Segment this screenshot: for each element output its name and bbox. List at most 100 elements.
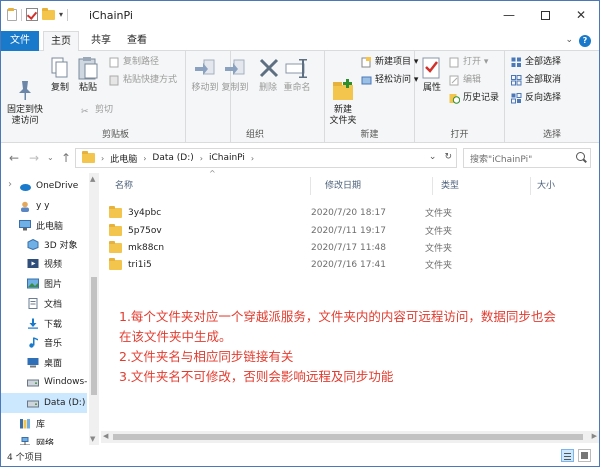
table-row[interactable]: tri1i5 2020/7/16 17:41 文件夹 <box>109 256 509 273</box>
table-row[interactable]: 5p75ov 2020/7/11 19:17 文件夹 <box>109 222 509 239</box>
scroll-right-icon[interactable]: ▶ <box>592 432 597 440</box>
delete-button[interactable]: 删除 <box>256 55 280 94</box>
scroll-up-icon[interactable]: ▲ <box>90 175 95 183</box>
tab-share[interactable]: 共享 <box>87 31 115 51</box>
tab-home[interactable]: 主页 <box>43 31 79 52</box>
copy-to-icon <box>222 55 248 81</box>
nav-item-label: OneDrive <box>36 181 79 191</box>
move-to-button[interactable]: 移动到 <box>190 55 220 94</box>
file-name-cell: mk88cn <box>109 240 311 253</box>
ribbon-tabs: 文件 主页 共享 查看 ⌄ ? <box>1 31 599 52</box>
new-folder-button[interactable]: 新建 文件夹 <box>327 55 359 127</box>
recent-locations-icon[interactable]: ⌄ <box>47 153 54 162</box>
horizontal-scroll-thumb[interactable] <box>113 434 583 440</box>
nav-item[interactable]: 桌面 <box>1 352 87 372</box>
column-header-size[interactable]: 大小 <box>531 177 591 195</box>
nav-scroll-thumb[interactable] <box>91 277 97 395</box>
nav-item-label: 音乐 <box>44 338 63 349</box>
nav-item[interactable]: 视频 <box>1 253 87 273</box>
nav-item[interactable]: 下载 <box>1 313 87 333</box>
select-all-button[interactable]: 全部选择 <box>511 55 561 69</box>
cut-button[interactable]: ✂ 剪切 <box>81 103 113 117</box>
rename-button[interactable]: 重命名 <box>282 55 312 94</box>
table-row[interactable]: 3y4pbc 2020/7/20 18:17 文件夹 <box>109 204 509 221</box>
select-none-icon <box>511 74 522 86</box>
properties-button[interactable]: 属性 <box>419 55 445 94</box>
expand-chevron-icon[interactable]: › <box>8 179 12 190</box>
nav-item[interactable]: › OneDrive <box>1 176 87 196</box>
edit-button[interactable]: 编辑 <box>449 73 481 87</box>
help-icon[interactable]: ? <box>579 35 591 47</box>
collapse-ribbon-icon[interactable]: ⌄ <box>565 35 573 47</box>
music-icon <box>27 337 39 348</box>
easy-access-button[interactable]: 轻松访问 ▾ <box>361 73 418 87</box>
minimize-icon[interactable]: — <box>491 1 527 29</box>
copy-path-button[interactable]: 复制路径 <box>109 55 159 69</box>
annotation-note-line: 1.每个文件夹对应一个穿越派服务，文件夹内的内容可远程访问，数据同步也会 <box>119 309 556 324</box>
column-header-name[interactable]: 名称 <box>109 177 311 195</box>
nav-item[interactable]: 音乐 <box>1 332 87 352</box>
copy-path-icon <box>109 57 120 68</box>
annotation-note-line: 2.文件夹名与相应同步链接有关 <box>119 349 294 364</box>
details-view-icon[interactable] <box>561 449 574 462</box>
address-bar[interactable]: › 此电脑 › Data (D:) › iChainPi › ⌄ ↻ <box>75 148 457 168</box>
tab-view[interactable]: 查看 <box>123 31 151 51</box>
large-icons-view-icon[interactable] <box>578 449 591 462</box>
library-icon <box>19 418 31 429</box>
nav-item[interactable]: 网络 <box>1 432 87 445</box>
tab-file[interactable]: 文件 <box>1 31 39 51</box>
breadcrumb-this-pc[interactable]: 此电脑 <box>110 152 137 165</box>
paste-shortcut-button[interactable]: 粘贴快捷方式 <box>109 73 177 87</box>
chevron-right-icon[interactable]: › <box>101 154 104 163</box>
folder-icon <box>109 223 122 236</box>
nav-item-label: 下载 <box>44 319 63 330</box>
new-item-button[interactable]: 新建项目 ▾ <box>361 55 418 69</box>
file-name: tri1i5 <box>128 259 152 270</box>
nav-item[interactable]: 图片 <box>1 273 87 293</box>
onedrive-icon <box>19 181 31 192</box>
nav-item[interactable]: 3D 对象 <box>1 234 87 254</box>
forward-arrow-icon[interactable]: → <box>29 151 39 165</box>
table-row[interactable]: mk88cn 2020/7/17 11:48 文件夹 <box>109 239 509 256</box>
close-icon[interactable]: ✕ <box>563 1 599 29</box>
breadcrumb-ichainpi[interactable]: iChainPi <box>209 153 245 163</box>
customize-qat-icon[interactable]: ▾ <box>59 10 63 19</box>
maximize-icon[interactable] <box>527 1 563 29</box>
history-button[interactable]: 历史记录 <box>449 91 499 105</box>
horizontal-scrollbar[interactable]: ◀ ▶ <box>101 431 599 443</box>
nav-item[interactable]: 此电脑 <box>1 215 87 235</box>
back-arrow-icon[interactable]: ← <box>9 151 19 165</box>
column-header-type[interactable]: 类型 <box>435 177 531 195</box>
window-title: iChainPi <box>89 9 133 22</box>
column-header-date[interactable]: 修改日期 <box>319 177 433 195</box>
nav-item[interactable]: 库 <box>1 413 87 433</box>
invert-selection-button[interactable]: 反向选择 <box>511 91 561 105</box>
chevron-right-icon[interactable]: › <box>143 154 146 163</box>
chevron-right-icon[interactable]: › <box>200 154 203 163</box>
open-button[interactable]: 打开 ▾ <box>449 55 488 69</box>
group-label: 选择 <box>542 130 561 140</box>
breadcrumb-data-d[interactable]: Data (D:) <box>152 153 193 163</box>
drive-icon <box>27 377 39 388</box>
copy-button[interactable]: 复制 <box>47 55 73 94</box>
quick-access-toolbar: ▾ <box>7 7 69 21</box>
nav-item[interactable]: Windows- <box>1 372 87 392</box>
nav-item[interactable]: Data (D:) <box>1 393 87 413</box>
pin-to-quick-access-button[interactable]: 固定到快 速访问 <box>5 55 45 127</box>
new-folder-icon[interactable] <box>42 7 55 20</box>
paste-icon <box>75 55 101 81</box>
copy-to-button[interactable]: 复制到 <box>220 55 250 94</box>
up-arrow-icon[interactable]: ↑ <box>61 151 71 165</box>
nav-item[interactable]: 文档 <box>1 293 87 313</box>
nav-scrollbar[interactable]: ▲ ▼ <box>89 173 99 445</box>
search-input[interactable]: 搜索"iChainPi" <box>463 148 591 168</box>
address-dropdown-icon[interactable]: ⌄ <box>429 152 437 162</box>
chevron-right-icon[interactable]: › <box>251 154 254 163</box>
scroll-left-icon[interactable]: ◀ <box>103 432 108 440</box>
select-none-button[interactable]: 全部取消 <box>511 73 561 87</box>
paste-button[interactable]: 粘贴 <box>75 55 101 94</box>
properties-check-icon[interactable] <box>26 8 38 21</box>
nav-item[interactable]: y y <box>1 196 87 216</box>
scroll-down-icon[interactable]: ▼ <box>90 435 95 443</box>
refresh-icon[interactable]: ↻ <box>444 152 452 162</box>
